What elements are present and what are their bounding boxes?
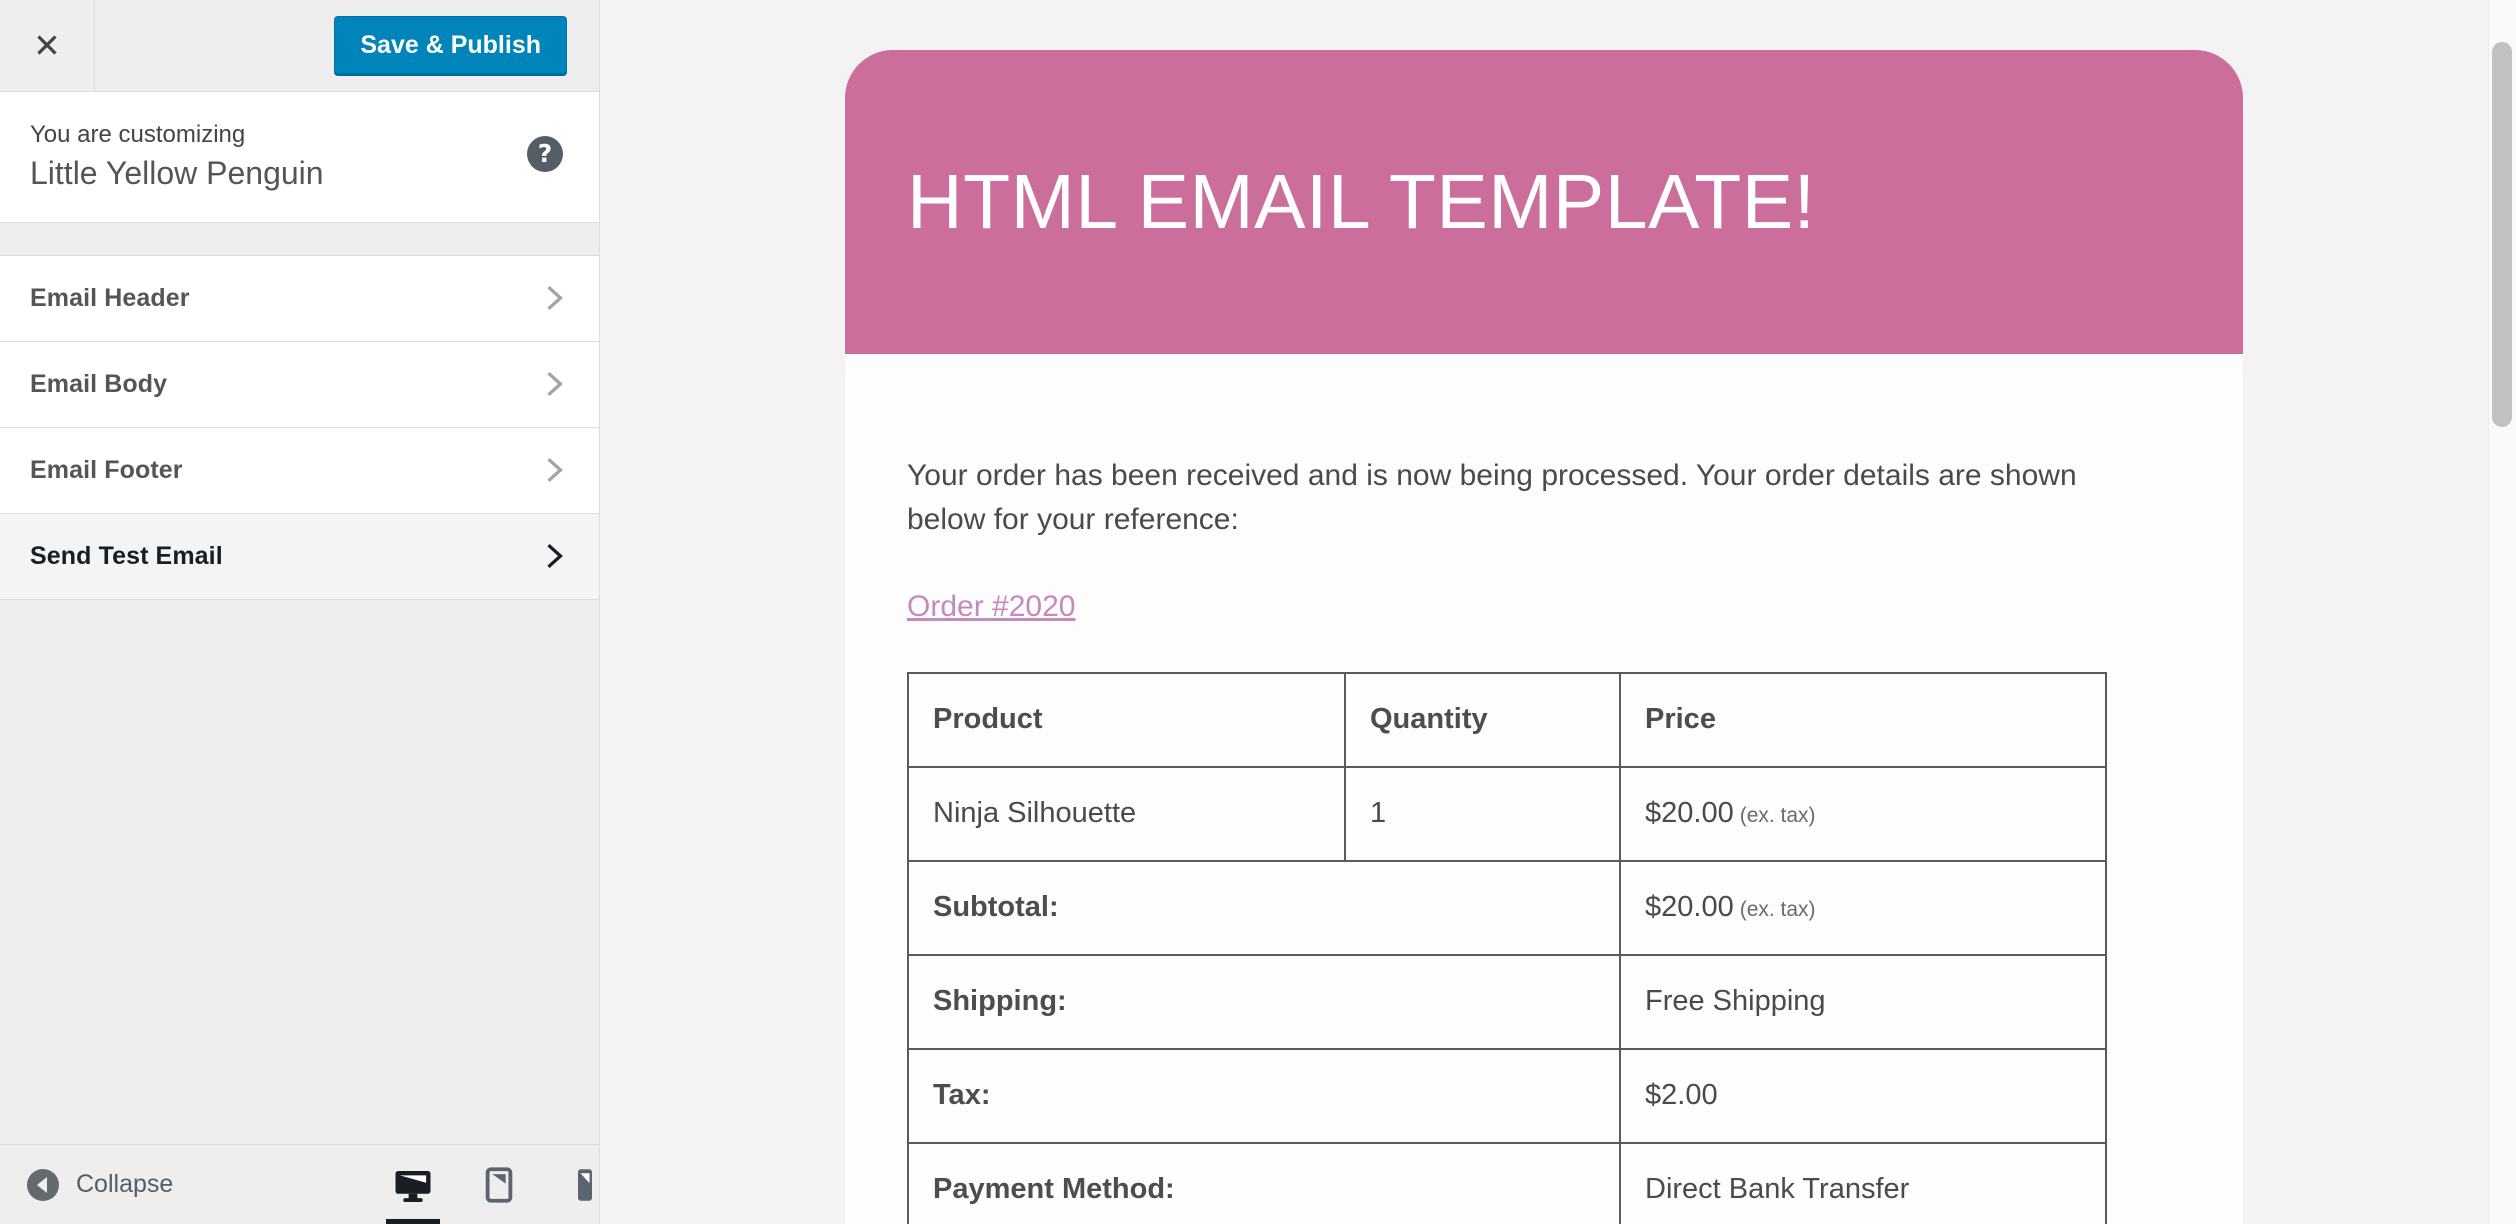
table-row: Ninja Silhouette 1 $20.00 (ex. tax) bbox=[907, 765, 2107, 862]
device-desktop-button[interactable] bbox=[370, 1145, 456, 1224]
collapse-label: Collapse bbox=[76, 1170, 174, 1198]
order-table-head: Product Quantity Price bbox=[907, 671, 2107, 768]
chevron-right-icon bbox=[541, 457, 567, 483]
price-value: $20.00 bbox=[1645, 797, 1734, 830]
close-customizer-button[interactable]: ✕ bbox=[0, 0, 95, 91]
preview-scrollbar-thumb[interactable] bbox=[2492, 42, 2512, 427]
chevron-right-icon bbox=[541, 371, 567, 397]
sidebar-empty-area bbox=[0, 599, 599, 1144]
summary-value-tax: $2.00 bbox=[1619, 1047, 2107, 1144]
email-header-banner: HTML EMAIL TEMPLATE! bbox=[845, 50, 2243, 354]
summary-note: (ex. tax) bbox=[1739, 898, 1816, 922]
table-header-price: Price bbox=[1619, 671, 2107, 768]
cell-product-price: $20.00 (ex. tax) bbox=[1619, 765, 2107, 862]
sidebar-item-label: Email Header bbox=[30, 283, 190, 312]
theme-name: Little Yellow Penguin bbox=[30, 155, 324, 192]
table-row: Payment Method: Direct Bank Transfer bbox=[907, 1141, 2107, 1224]
caret-left-circle-icon bbox=[27, 1168, 59, 1201]
table-row: Subtotal: $20.00 (ex. tax) bbox=[907, 859, 2107, 956]
email-body: Your order has been received and is now … bbox=[845, 354, 2243, 1224]
collapse-sidebar-button[interactable]: Collapse bbox=[0, 1168, 174, 1201]
order-details-table: Product Quantity Price Ninja Silhouette … bbox=[907, 671, 2107, 1224]
table-row: Shipping: Free Shipping bbox=[907, 953, 2107, 1050]
summary-value: $20.00 bbox=[1645, 891, 1734, 924]
summary-value-subtotal: $20.00 (ex. tax) bbox=[1619, 859, 2107, 956]
sidebar-footer: Collapse bbox=[0, 1144, 599, 1224]
sidebar-item-label: Send Test Email bbox=[30, 541, 223, 570]
device-tablet-button[interactable] bbox=[456, 1145, 542, 1224]
tablet-icon bbox=[478, 1164, 520, 1206]
summary-label-subtotal: Subtotal: bbox=[907, 859, 1621, 956]
price-note: (ex. tax) bbox=[1739, 804, 1816, 828]
summary-label-tax: Tax: bbox=[907, 1047, 1621, 1144]
summary-label-payment-method: Payment Method: bbox=[907, 1141, 1621, 1224]
customizer-panel-list: Email Header Email Body Email Footer Sen… bbox=[0, 255, 599, 600]
order-table-body: Ninja Silhouette 1 $20.00 (ex. tax) Subto… bbox=[907, 765, 2107, 1224]
table-header-quantity: Quantity bbox=[1344, 671, 1621, 768]
sidebar-section-gap bbox=[0, 222, 599, 256]
sidebar-item-send-test-email[interactable]: Send Test Email bbox=[0, 513, 599, 600]
cell-product-quantity: 1 bbox=[1344, 765, 1621, 862]
theme-info-panel: You are customizing Little Yellow Pengui… bbox=[0, 92, 599, 223]
summary-value-payment-method: Direct Bank Transfer bbox=[1619, 1141, 2107, 1224]
sidebar-item-email-footer[interactable]: Email Footer bbox=[0, 427, 599, 514]
sidebar-item-label: Email Body bbox=[30, 369, 168, 398]
you-are-customizing-label: You are customizing bbox=[30, 121, 246, 148]
header-spacer bbox=[95, 0, 334, 91]
sidebar-item-label: Email Footer bbox=[30, 455, 183, 484]
email-intro-paragraph: Your order has been received and is now … bbox=[907, 459, 2077, 537]
customizer-header-bar: ✕ Save & Publish bbox=[0, 0, 599, 92]
table-row: Tax: $2.00 bbox=[907, 1047, 2107, 1144]
sidebar-item-email-body[interactable]: Email Body bbox=[0, 341, 599, 428]
sidebar-item-email-header[interactable]: Email Header bbox=[0, 255, 599, 342]
help-icon[interactable]: ? bbox=[527, 136, 563, 172]
save-and-publish-button[interactable]: Save & Publish bbox=[334, 16, 567, 74]
preview-pane: HTML EMAIL TEMPLATE! Your order has been… bbox=[600, 0, 2516, 1224]
summary-label-shipping: Shipping: bbox=[907, 953, 1621, 1050]
customizer-sidebar: ✕ Save & Publish You are customizing Lit… bbox=[0, 0, 600, 1224]
table-header-product: Product bbox=[907, 671, 1346, 768]
email-header-title: HTML EMAIL TEMPLATE! bbox=[907, 158, 1816, 245]
chevron-right-icon bbox=[541, 543, 567, 569]
summary-value-shipping: Free Shipping bbox=[1619, 953, 2107, 1050]
preview-scrollbar-track[interactable] bbox=[2488, 0, 2516, 1224]
device-preview-switcher bbox=[370, 1145, 628, 1224]
customizer-app: ✕ Save & Publish You are customizing Lit… bbox=[0, 0, 2516, 1224]
order-link[interactable]: Order #2020 bbox=[907, 590, 1075, 624]
table-header-row: Product Quantity Price bbox=[907, 671, 2107, 768]
close-icon: ✕ bbox=[33, 26, 61, 65]
email-template-preview: HTML EMAIL TEMPLATE! Your order has been… bbox=[845, 50, 2243, 1224]
chevron-right-icon bbox=[541, 285, 567, 311]
desktop-icon bbox=[392, 1164, 434, 1206]
cell-product-name: Ninja Silhouette bbox=[907, 765, 1346, 862]
